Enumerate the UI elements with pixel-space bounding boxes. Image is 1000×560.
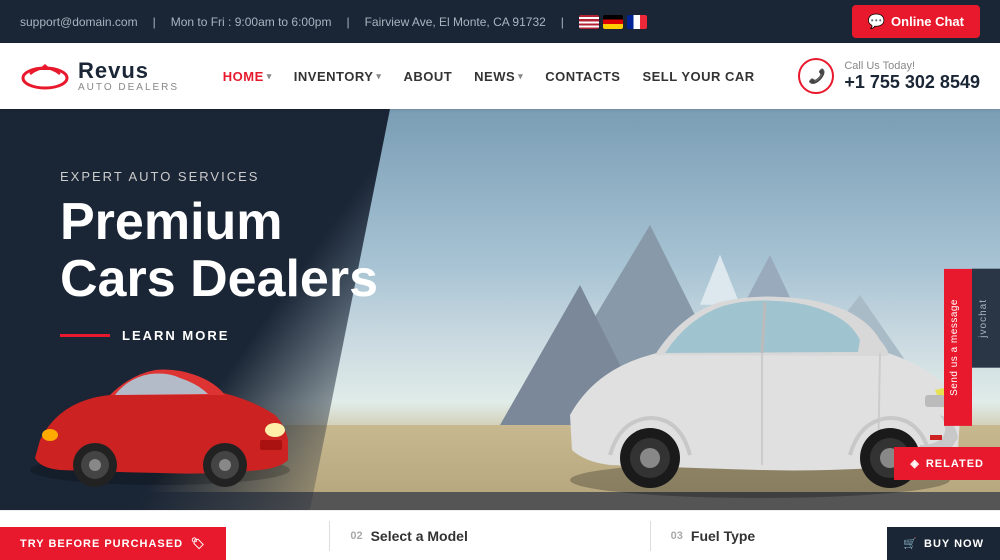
main-nav: HOME ▾ INVENTORY ▾ ABOUT NEWS ▾ CONTACTS… (223, 69, 755, 84)
diamond-icon: ◈ (910, 457, 919, 470)
hero-title: Premium Cars Dealers (60, 194, 378, 308)
logo-icon (20, 56, 70, 96)
flag-de[interactable] (603, 15, 623, 29)
red-divider (60, 334, 110, 337)
related-button[interactable]: ◈ RELATED (894, 447, 1000, 480)
language-flags[interactable] (579, 15, 647, 29)
step-2-label: Select a Model (371, 528, 468, 544)
hero-subtitle: EXPERT AUTO SERVICES (60, 169, 378, 184)
nav-contacts[interactable]: CONTACTS (545, 69, 620, 84)
send-message-label: Send us a message (949, 299, 960, 396)
hero-content: EXPERT AUTO SERVICES Premium Cars Dealer… (60, 169, 378, 343)
call-label: Call Us Today! (844, 60, 980, 72)
chat-icon: 💬 (868, 13, 885, 30)
top-bar: support@domain.com | Mon to Fri : 9:00am… (0, 0, 1000, 43)
try-before-button[interactable]: TRY BEFORE PURCHASED 🏷 (0, 527, 226, 560)
nav-about[interactable]: ABOUT (403, 69, 452, 84)
header-contact: 📞 Call Us Today! +1 755 302 8549 (798, 58, 980, 94)
call-icon: 📞 (808, 68, 825, 85)
address-text: Fairview Ave, El Monte, CA 91732 (365, 15, 546, 29)
chevron-down-icon: ▾ (267, 71, 272, 82)
flag-us[interactable] (579, 15, 599, 29)
chevron-down-icon: ▾ (518, 71, 523, 82)
jvochat-label: jvochat (978, 299, 989, 338)
separator3: | (561, 15, 564, 29)
logo[interactable]: Revus AUTO DEALERS (20, 56, 179, 96)
phone-number: +1 755 302 8549 (844, 72, 980, 93)
related-label: RELATED (926, 458, 984, 470)
buy-now-label: BUY NOW (924, 538, 984, 550)
logo-text: Revus AUTO DEALERS (78, 60, 179, 93)
send-message-sidebar[interactable]: Send us a message (944, 269, 972, 426)
flag-fr[interactable] (627, 15, 647, 29)
online-chat-button[interactable]: 💬 Online Chat (852, 5, 980, 38)
email-link[interactable]: support@domain.com (20, 15, 138, 29)
buy-now-button[interactable]: 🛒 BUY NOW (887, 527, 1000, 560)
top-bar-info: support@domain.com | Mon to Fri : 9:00am… (20, 15, 647, 29)
phone-icon: 📞 (798, 58, 834, 94)
cart-icon: 🛒 (903, 537, 918, 550)
nav-home[interactable]: HOME ▾ (223, 69, 272, 84)
step-2-number: 02 (350, 530, 362, 542)
separator1: | (153, 15, 156, 29)
header: Revus AUTO DEALERS HOME ▾ INVENTORY ▾ AB… (0, 43, 1000, 109)
white-car-image (540, 240, 980, 540)
chat-btn-label: Online Chat (891, 14, 964, 29)
tag-icon: 🏷 (191, 537, 206, 550)
phone-info: Call Us Today! +1 755 302 8549 (844, 60, 980, 93)
separator2: | (346, 15, 349, 29)
red-car-image (10, 340, 310, 540)
jvochat-sidebar[interactable]: jvochat (972, 269, 1000, 368)
chevron-down-icon: ▾ (376, 71, 381, 82)
logo-subtitle: AUTO DEALERS (78, 82, 179, 93)
learn-more-button[interactable]: LEARN MORE (122, 328, 229, 343)
logo-name: Revus (78, 60, 179, 82)
hero-section: EXPERT AUTO SERVICES Premium Cars Dealer… (0, 109, 1000, 560)
nav-news[interactable]: NEWS ▾ (474, 69, 523, 84)
nav-inventory[interactable]: INVENTORY ▾ (294, 69, 382, 84)
try-before-label: TRY BEFORE PURCHASED (20, 538, 183, 550)
nav-sell-car[interactable]: SELL YOUR CAR (642, 69, 754, 84)
hours-text: Mon to Fri : 9:00am to 6:00pm (171, 15, 332, 29)
cta-area: LEARN MORE (60, 328, 378, 343)
